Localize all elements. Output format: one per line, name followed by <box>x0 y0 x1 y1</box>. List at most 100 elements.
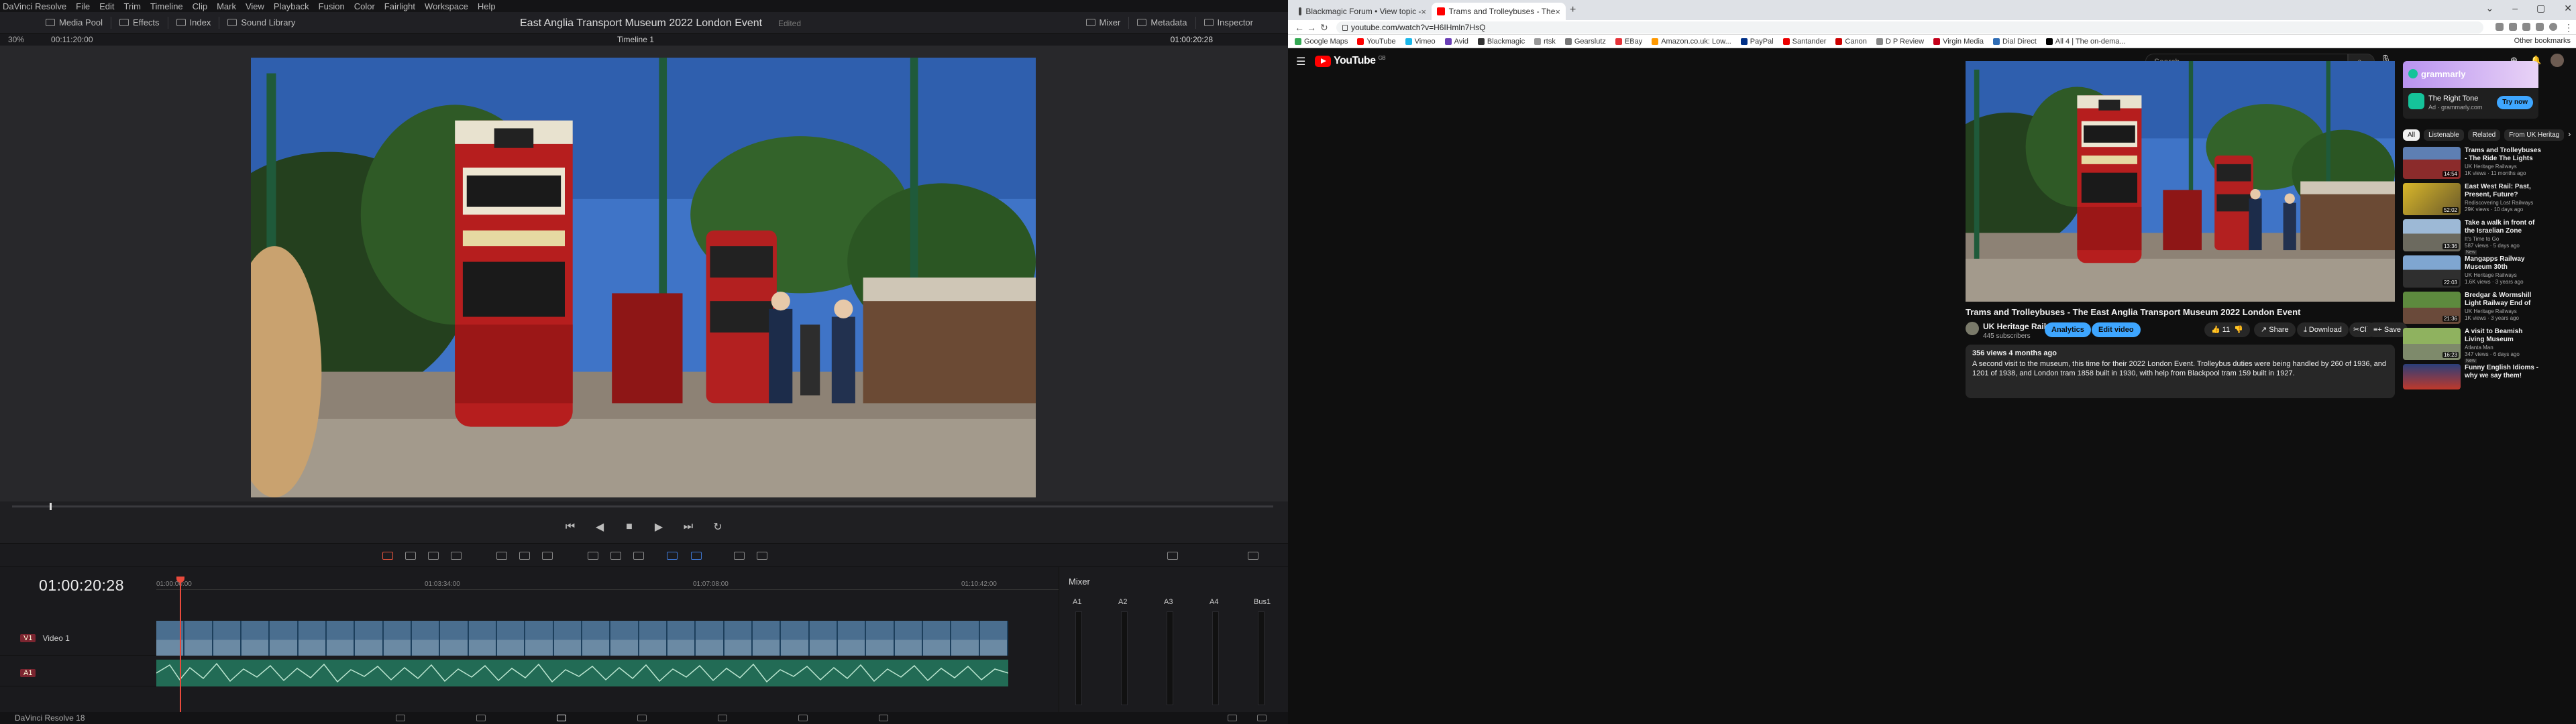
reload-icon[interactable]: ↻ <box>1320 22 1328 34</box>
description-box[interactable]: 356 views 4 months ago A second visit to… <box>1966 345 2395 398</box>
sound-library-button[interactable]: Sound Library <box>219 12 303 33</box>
extension-icon[interactable] <box>2496 23 2504 31</box>
close-tab-icon[interactable]: × <box>1555 7 1560 17</box>
bookmark[interactable]: Canon <box>1835 38 1867 46</box>
chip-from-channel[interactable]: From UK Heritag <box>2504 129 2565 141</box>
timeline-selector[interactable]: Timeline 1 <box>617 35 654 44</box>
url-field[interactable]: youtube.com/watch?v=H6IHmln7HsQ <box>1336 21 2483 34</box>
blade-tool-icon[interactable] <box>451 552 462 560</box>
edit-page-icon[interactable] <box>557 715 566 721</box>
zoom-dropdown[interactable]: 30% <box>8 35 24 44</box>
menu-file[interactable]: File <box>76 1 90 11</box>
play-icon[interactable]: ▶ <box>653 520 665 534</box>
fairlight-page-icon[interactable] <box>798 715 808 721</box>
skip-forward-icon[interactable]: ⏭ <box>682 521 694 533</box>
menu-trim[interactable]: Trim <box>124 1 142 11</box>
chip-all[interactable]: All <box>2403 129 2420 141</box>
forward-icon[interactable]: → <box>1307 22 1316 33</box>
share-button[interactable]: ↗ Share <box>2254 322 2296 337</box>
menu-app[interactable]: DaVinci Resolve <box>3 1 66 11</box>
extension-icon[interactable] <box>2536 23 2544 31</box>
timeline-playhead[interactable] <box>176 577 184 712</box>
hamburger-icon[interactable]: ☰ <box>1296 55 1305 68</box>
dynamic-trim-icon[interactable] <box>428 552 439 560</box>
download-button[interactable]: ⤓ Download <box>2297 322 2349 337</box>
audio-meter-icon[interactable] <box>1248 552 1258 560</box>
try-now-button[interactable]: Try now <box>2497 96 2533 109</box>
chip-related[interactable]: Related <box>2467 129 2501 141</box>
insert-clip-icon[interactable] <box>496 552 507 560</box>
settings-icon[interactable] <box>1257 715 1267 721</box>
scrubber-playhead[interactable] <box>50 503 52 510</box>
bookmark[interactable]: Dial Direct <box>1993 38 2037 46</box>
zoom-detail-icon[interactable] <box>757 552 767 560</box>
step-back-icon[interactable]: ◀ <box>594 520 606 534</box>
video-clips[interactable] <box>156 621 1008 656</box>
video-player[interactable] <box>1966 61 2395 302</box>
new-tab-icon[interactable]: + <box>1570 4 1576 16</box>
bookmark[interactable]: EBay <box>1615 38 1642 46</box>
channel-avatar[interactable] <box>1966 322 1979 335</box>
menu-view[interactable]: View <box>246 1 264 11</box>
recommended-video[interactable]: Funny English Idioms - why we say them! <box>2403 364 2541 391</box>
mixer-button[interactable]: Mixer <box>1078 12 1129 33</box>
menu-fusion[interactable]: Fusion <box>319 1 345 11</box>
youtube-logo[interactable]: YouTube GB <box>1315 55 1386 67</box>
menu-workspace[interactable]: Workspace <box>425 1 468 11</box>
timeline-ruler[interactable]: 01:00:00:00 01:03:34:00 01:07:08:00 01:1… <box>156 579 1059 590</box>
chevron-right-icon[interactable]: › <box>2568 129 2571 141</box>
menu-help[interactable]: Help <box>478 1 496 11</box>
extension-icon[interactable] <box>2509 23 2517 31</box>
menu-clip[interactable]: Clip <box>193 1 207 11</box>
loop-icon[interactable]: ↻ <box>712 520 724 534</box>
replace-clip-icon[interactable] <box>542 552 553 560</box>
recommended-video[interactable]: 14:54 Trams and Trolleybuses - The Ride … <box>2403 147 2541 179</box>
media-page-icon[interactable] <box>396 715 405 721</box>
thumbs-down-icon[interactable]: 👎 <box>2230 326 2243 334</box>
fusion-page-icon[interactable] <box>637 715 647 721</box>
viewer-scrubber[interactable] <box>12 503 1273 510</box>
analytics-button[interactable]: Analytics <box>2045 322 2091 337</box>
menu-timeline[interactable]: Timeline <box>150 1 183 11</box>
color-page-icon[interactable] <box>718 715 727 721</box>
selection-tool-icon[interactable] <box>382 552 393 560</box>
edit-video-button[interactable]: Edit video <box>2092 322 2141 337</box>
menu-fairlight[interactable]: Fairlight <box>384 1 415 11</box>
back-icon[interactable]: ← <box>1295 22 1304 33</box>
linked-selection-icon[interactable] <box>610 552 621 560</box>
extension-icon[interactable] <box>2522 23 2530 31</box>
zoom-full-icon[interactable] <box>734 552 745 560</box>
bookmark[interactable]: Virgin Media <box>1933 38 1984 46</box>
chrome-menu-icon[interactable]: ⋮ <box>2564 22 2573 34</box>
grammarly-ad[interactable]: grammarly The Right Tone Ad · grammarly.… <box>2403 61 2538 119</box>
skip-back-icon[interactable]: ⏮ <box>564 521 576 533</box>
overwrite-clip-icon[interactable] <box>519 552 530 560</box>
close-window-icon[interactable]: ✕ <box>2564 3 2572 14</box>
audio-clip[interactable] <box>156 660 1008 686</box>
account-avatar[interactable] <box>2551 54 2564 67</box>
bookmark[interactable]: Blackmagic <box>1477 38 1525 46</box>
menu-mark[interactable]: Mark <box>217 1 236 11</box>
volume-icon[interactable] <box>1167 552 1178 560</box>
deliver-page-icon[interactable] <box>879 715 888 721</box>
metadata-button[interactable]: Metadata <box>1129 12 1195 33</box>
maximize-icon[interactable]: ▢ <box>2536 3 2545 14</box>
flag-icon[interactable] <box>667 552 678 560</box>
bookmark[interactable]: Google Maps <box>1295 38 1348 46</box>
bookmark[interactable]: Vimeo <box>1405 38 1436 46</box>
profile-icon[interactable] <box>2549 23 2557 31</box>
chip-listenable[interactable]: Listenable <box>2424 129 2464 141</box>
marker-icon[interactable] <box>691 552 702 560</box>
bookmark[interactable]: rtsk <box>1534 38 1556 46</box>
trim-tool-icon[interactable] <box>405 552 416 560</box>
bookmark[interactable]: Santander <box>1782 38 1826 46</box>
bookmark[interactable]: YouTube <box>1357 38 1396 46</box>
media-pool-button[interactable]: Media Pool <box>38 12 111 33</box>
recommended-video[interactable]: 22:03 Mangapps Railway Museum 30th Anniv… <box>2403 255 2541 288</box>
other-bookmarks[interactable]: Other bookmarks <box>2514 37 2571 45</box>
menu-edit[interactable]: Edit <box>99 1 114 11</box>
bookmark[interactable]: Avid <box>1444 38 1468 46</box>
snapping-icon[interactable] <box>588 552 598 560</box>
stop-icon[interactable]: ■ <box>623 521 635 533</box>
recommended-video[interactable]: 21:36 Bredgar & Wormshill Light Railway … <box>2403 292 2541 324</box>
